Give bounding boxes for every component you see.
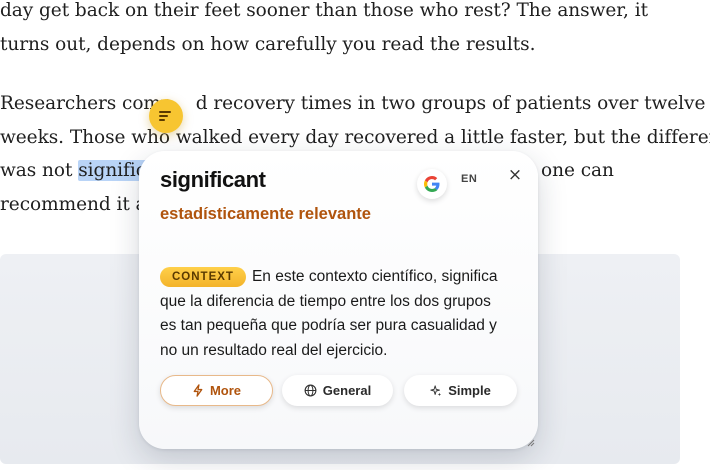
- context-line: CONTEXT En este contexto científico, sign…: [160, 265, 510, 290]
- text-fragment: Researchers comp: [0, 93, 173, 114]
- context-line: es tan pequeña que podría ser pura casua…: [160, 317, 497, 334]
- text-fragment: one can: [541, 160, 614, 181]
- close-button[interactable]: ×: [505, 165, 525, 185]
- paragraph: day get back on their feet sooner than t…: [0, 0, 648, 61]
- language-toggle[interactable]: EN: [461, 173, 477, 185]
- context-explanation: CONTEXT En este contexto científico, sign…: [160, 265, 510, 363]
- simple-button-label: Simple: [448, 383, 491, 398]
- google-icon: [424, 176, 440, 192]
- resize-grip-icon[interactable]: [527, 439, 535, 447]
- text-fragment: was not: [0, 160, 79, 181]
- simple-button[interactable]: Simple: [404, 375, 517, 406]
- general-button-label: General: [322, 383, 372, 398]
- globe-icon: [304, 384, 317, 397]
- close-icon: ×: [507, 165, 523, 185]
- google-search-button[interactable]: [417, 169, 447, 199]
- context-text: En este contexto científico, significa: [251, 268, 498, 285]
- more-button-label: More: [209, 383, 242, 398]
- lines-icon: [159, 111, 171, 121]
- translate-fab-button[interactable]: [149, 99, 183, 133]
- definition-popup: significant estadísticamente relevante E…: [139, 151, 538, 449]
- popup-word: significant: [160, 167, 266, 192]
- text-fragment: d recovery times in two groups of patien…: [195, 93, 706, 114]
- sparkle-icon: [430, 384, 442, 396]
- general-button[interactable]: General: [282, 375, 393, 406]
- paragraph-line: day get back on their feet sooner than t…: [0, 0, 648, 21]
- paragraph-line: Researchers comp d recovery times in two …: [0, 87, 710, 121]
- paragraph-line: weeks. Those who walked every day recove…: [0, 126, 710, 148]
- context-line: no un resultado real del ejercicio.: [160, 341, 388, 359]
- context-badge: CONTEXT: [160, 267, 246, 287]
- paragraph-line: turns out, depends on how carefully you …: [0, 33, 536, 55]
- context-line: que la diferencia de tiempo entre los do…: [160, 292, 491, 310]
- popup-translation: estadísticamente relevante: [160, 205, 371, 223]
- bolt-icon: [193, 384, 203, 397]
- more-button[interactable]: More: [160, 375, 273, 406]
